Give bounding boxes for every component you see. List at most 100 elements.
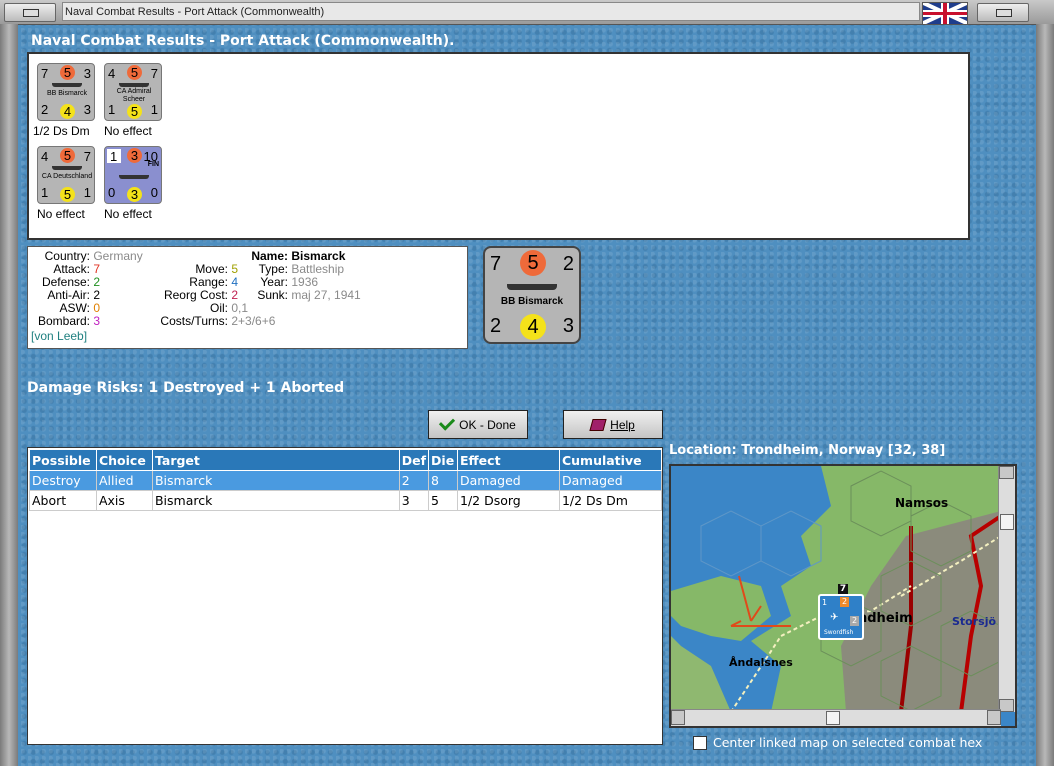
center-linked-map-checkbox[interactable] bbox=[693, 735, 707, 750]
cell-def: 2 bbox=[398, 470, 430, 491]
counter-circle-bottom: 5 bbox=[127, 104, 142, 119]
leader-link[interactable]: [von Leeb] bbox=[31, 330, 87, 343]
counter-right: 2 bbox=[562, 253, 574, 275]
counter-name: BB Bismarck bbox=[46, 90, 88, 97]
counter-attack: 7 bbox=[41, 66, 49, 81]
cell-cumulative: Damaged bbox=[558, 470, 663, 491]
cell-die: 8 bbox=[428, 470, 459, 491]
col-choice[interactable]: Choice bbox=[95, 449, 153, 471]
counter-circle-top: 3 bbox=[127, 148, 142, 163]
page-title: Naval Combat Results - Port Attack (Comm… bbox=[31, 33, 455, 49]
unit-counter-deutschland[interactable]: 4 5 7 CA Deutschland 1 5 1 bbox=[37, 146, 95, 204]
counter-defense: 0 bbox=[108, 185, 116, 200]
linked-map[interactable]: Namsos ndheim Storsjö Åndalsnes 2 1 2 ✈ … bbox=[669, 464, 1017, 728]
counter-circle-top: 5 bbox=[60, 148, 75, 163]
counter-right: 3 bbox=[83, 66, 91, 81]
counter-defense: 1 bbox=[108, 102, 116, 117]
map-terrain bbox=[671, 466, 1001, 712]
combat-units-panel: 7 5 3 BB Bismarck 2 4 3 1/2 Ds Dm 4 5 7 … bbox=[27, 52, 970, 240]
counter-range: 0 bbox=[150, 185, 158, 200]
col-def[interactable]: Def bbox=[398, 449, 430, 471]
counter-circle-top: 5 bbox=[127, 65, 142, 80]
scroll-right-arrow-icon[interactable] bbox=[987, 710, 1001, 725]
unit-right-value: 2 bbox=[850, 616, 859, 626]
title-bar: Naval Combat Results - Port Attack (Comm… bbox=[0, 0, 1054, 25]
selected-unit-counter: 7 5 2 BB Bismarck 2 4 3 bbox=[483, 246, 581, 344]
counter-name: BB Bismarck bbox=[500, 296, 564, 307]
unit-counter-admiral-scheer[interactable]: 4 5 7 CA Admiral Scheer 1 5 1 bbox=[104, 63, 162, 121]
close-window-button[interactable] bbox=[977, 3, 1029, 22]
window-title: Naval Combat Results - Port Attack (Comm… bbox=[62, 2, 920, 21]
col-cumulative[interactable]: Cumulative bbox=[558, 449, 663, 471]
result-caption: 1/2 Ds Dm bbox=[33, 124, 90, 138]
window-menu-button[interactable] bbox=[4, 3, 56, 22]
counter-circle-top: 5 bbox=[520, 250, 546, 276]
counter-circle-bottom: 5 bbox=[60, 187, 75, 202]
type-value: Battleship bbox=[291, 262, 345, 276]
aircraft-icon: ✈ bbox=[830, 612, 839, 623]
sunk-value: maj 27, 1941 bbox=[291, 288, 361, 302]
asw-value: 0 bbox=[93, 301, 101, 315]
ship-icon bbox=[119, 83, 149, 87]
counter-range: 1 bbox=[83, 185, 91, 200]
ship-icon bbox=[119, 175, 149, 179]
book-icon bbox=[589, 418, 607, 431]
scroll-up-arrow-icon[interactable] bbox=[999, 466, 1014, 479]
counter-circle-bottom: 4 bbox=[60, 104, 75, 119]
table-row[interactable]: Destroy Allied Bismarck 2 8 Damaged Dama… bbox=[29, 470, 663, 491]
year-value: 1936 bbox=[291, 275, 319, 289]
center-linked-map-label: Center linked map on selected combat hex bbox=[713, 735, 983, 750]
table-row[interactable]: Abort Axis Bismarck 3 5 1/2 Dsorg 1/2 Ds… bbox=[29, 490, 663, 511]
oil-value: 0,1 bbox=[231, 301, 249, 315]
map-label-trondheim: ndheim bbox=[858, 611, 913, 626]
unit-counter-bismarck[interactable]: 7 5 3 BB Bismarck 2 4 3 bbox=[37, 63, 95, 121]
col-die[interactable]: Die bbox=[428, 449, 459, 471]
scroll-left-arrow-icon[interactable] bbox=[671, 710, 685, 725]
counter-circle-top: 5 bbox=[60, 65, 75, 80]
vertical-scroll-thumb[interactable] bbox=[1000, 514, 1014, 530]
map-unit-swordfish[interactable]: 2 1 2 ✈ Swordfish 7 bbox=[818, 584, 864, 640]
counter-name: CA Deutschland bbox=[41, 173, 93, 180]
unit-name: Swordfish bbox=[824, 629, 854, 636]
unit-left-value: 1 bbox=[822, 598, 828, 607]
defense-value: 2 bbox=[93, 275, 101, 289]
counter-defense: 1 bbox=[41, 185, 49, 200]
window-icon bbox=[23, 9, 39, 17]
stack-count: 7 bbox=[838, 584, 848, 594]
costs-value: 2+3/6+6 bbox=[231, 314, 276, 328]
cell-possible: Destroy bbox=[29, 470, 97, 491]
unit-counter-finnish[interactable]: 1 3 10 FIN 0 3 0 bbox=[104, 146, 162, 204]
ship-icon bbox=[507, 284, 557, 290]
unit-top-value: 2 bbox=[840, 597, 849, 607]
center-linked-map-option[interactable]: Center linked map on selected combat hex bbox=[693, 735, 982, 750]
ok-done-label: OK - Done bbox=[459, 417, 516, 432]
cell-choice: Allied bbox=[95, 470, 153, 491]
counter-right: 7 bbox=[150, 66, 158, 81]
combat-results-table-panel: Possible Choice Target Def Die Effect Cu… bbox=[27, 447, 663, 745]
counter-defense: 2 bbox=[490, 315, 502, 337]
counter-circle-bottom: 3 bbox=[127, 187, 142, 202]
col-target[interactable]: Target bbox=[151, 449, 400, 471]
close-icon bbox=[996, 9, 1012, 17]
map-vertical-scrollbar[interactable] bbox=[998, 466, 1015, 712]
map-horizontal-scrollbar[interactable] bbox=[671, 709, 1001, 726]
counter-attack: 7 bbox=[490, 253, 502, 275]
horizontal-scroll-thumb[interactable] bbox=[826, 711, 840, 725]
ok-done-button[interactable]: OK - Done bbox=[428, 410, 528, 439]
bombard-label: Bombard: bbox=[37, 314, 90, 328]
cell-cumulative: 1/2 Ds Dm bbox=[558, 490, 663, 511]
col-possible[interactable]: Possible bbox=[29, 449, 97, 471]
map-label-andalsnes: Åndalsnes bbox=[729, 656, 793, 669]
cell-possible: Abort bbox=[29, 490, 97, 511]
counter-nation-tag: FIN bbox=[147, 161, 159, 168]
location-label: Location: Trondheim, Norway [32, 38] bbox=[669, 443, 946, 458]
col-effect[interactable]: Effect bbox=[457, 449, 560, 471]
help-button[interactable]: Help bbox=[563, 410, 663, 439]
name-value: Bismarck bbox=[291, 249, 346, 263]
left-frame bbox=[0, 24, 18, 766]
cell-effect: Damaged bbox=[457, 470, 560, 491]
cell-effect: 1/2 Dsorg bbox=[457, 490, 560, 511]
result-caption: No effect bbox=[37, 207, 85, 221]
scroll-down-arrow-icon[interactable] bbox=[999, 699, 1014, 712]
ship-icon bbox=[52, 166, 82, 170]
